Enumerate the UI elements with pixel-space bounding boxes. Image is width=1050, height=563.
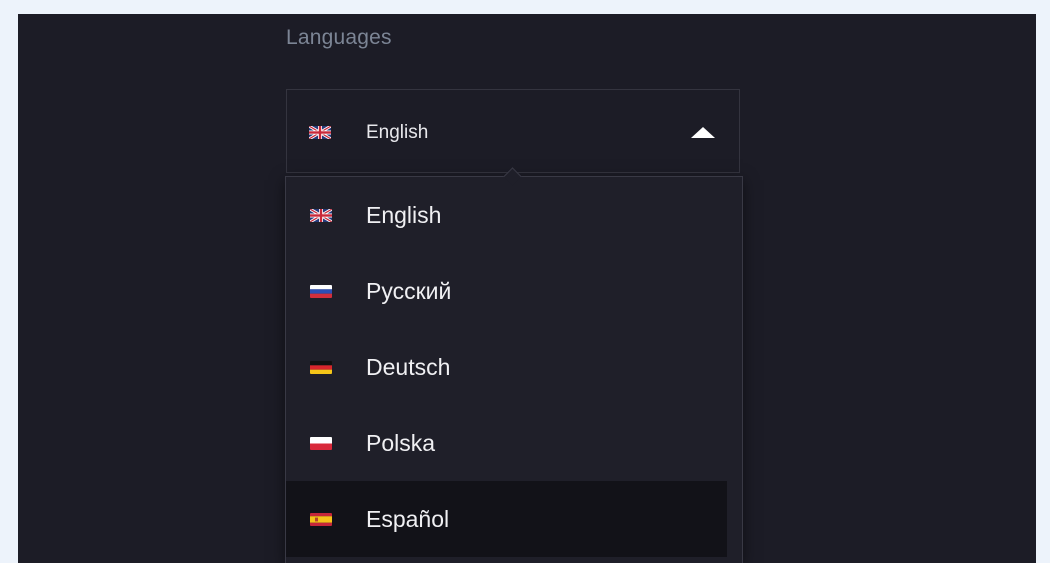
language-select[interactable]: English bbox=[286, 89, 740, 173]
language-option-label: Polska bbox=[366, 430, 436, 456]
language-option-polish[interactable]: Polska bbox=[286, 405, 727, 481]
germany-flag-icon bbox=[310, 361, 332, 374]
language-option-label: Deutsch bbox=[366, 354, 451, 380]
language-option-label: English bbox=[366, 202, 442, 228]
languages-section-title: Languages bbox=[286, 26, 392, 49]
language-option-label: Español bbox=[366, 506, 450, 532]
language-option-russian[interactable]: Русский bbox=[286, 253, 727, 329]
language-option-label: Русский bbox=[366, 278, 452, 304]
selected-language-label: English bbox=[366, 122, 429, 143]
language-option-english[interactable]: English bbox=[286, 177, 727, 253]
language-dropdown-menu: English Русский Deutsch Polska Español bbox=[285, 167, 743, 563]
caret-up-icon[interactable] bbox=[691, 127, 715, 138]
russia-flag-icon bbox=[310, 285, 332, 298]
uk-flag-icon bbox=[310, 209, 332, 222]
language-option-german[interactable]: Deutsch bbox=[286, 329, 727, 405]
spain-flag-icon bbox=[310, 513, 332, 526]
language-settings-panel: Languages English English Русский Deutsc… bbox=[18, 14, 1036, 563]
poland-flag-icon bbox=[310, 437, 332, 450]
language-option-spanish[interactable]: Español bbox=[286, 481, 727, 557]
uk-flag-icon bbox=[309, 126, 331, 139]
